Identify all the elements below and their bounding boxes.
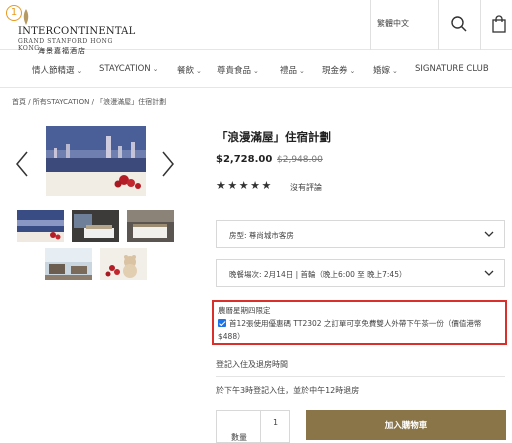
checkin-detail: 於下午3時登記入住，並於中午12時退房 <box>216 386 360 395</box>
nav-item-label: STAYCATION <box>99 64 151 74</box>
nav-item-label: 婚嫁 <box>373 66 391 76</box>
room-type-value: 房型: 尊尚城市客房 <box>229 231 294 240</box>
promo-offer-box: 農曆星期四限定 首12張使用優惠碼 TT2302 之訂單可享免費雙人外帶下午茶一… <box>212 300 507 345</box>
promo-title: 農曆星期四限定 <box>218 306 271 315</box>
chevron-right-icon[interactable] <box>160 150 176 178</box>
site-header: INTERCONTINENTAL GRAND STANFORD HONG KON… <box>0 0 512 55</box>
chevron-down-icon: ⌄ <box>392 67 398 75</box>
promo-text-continued: $488） <box>218 332 245 341</box>
nav-item-label: 餐飲 <box>177 66 195 76</box>
chevron-down-icon: ⌄ <box>196 67 202 75</box>
romantic-harbour-view-image <box>46 126 146 196</box>
promo-checkbox[interactable] <box>218 319 226 327</box>
original-price: $2,948.00 <box>277 155 323 165</box>
nav-item-label: 尊貴食品 <box>217 66 252 76</box>
quantity-stepper[interactable]: 數量 1 <box>216 410 290 443</box>
nav-item-label: 禮品 <box>280 66 298 76</box>
add-to-cart-button[interactable]: 加入購物車 <box>306 410 506 440</box>
language-selector[interactable]: 繁體中文 <box>377 18 409 29</box>
checkin-label: 登記入住及退房時間 <box>216 360 288 369</box>
sale-price: $2,728.00 <box>216 154 273 165</box>
breadcrumb[interactable]: 首頁 / 所有STAYCATION / 「浪漫滿屋」住宿計劃 <box>12 97 166 107</box>
nav-item-valentines[interactable]: 情人節精選 ⌄ <box>32 64 82 76</box>
lounge-thumbnail[interactable] <box>45 248 92 280</box>
quantity-value[interactable]: 1 <box>273 418 278 427</box>
divider <box>216 376 505 377</box>
header-divider <box>370 0 371 50</box>
divider <box>260 411 261 443</box>
product-title: 「浪漫滿屋」住宿計劃 <box>216 130 331 144</box>
search-icon[interactable] <box>449 14 469 34</box>
chevron-down-icon: ⌄ <box>152 65 159 73</box>
guest-room-thumbnail[interactable] <box>72 210 119 242</box>
nav-item-gourmet[interactable]: 尊貴食品 ⌄ <box>217 64 259 76</box>
nav-item-dining[interactable]: 餐飲 ⌄ <box>177 64 202 76</box>
chevron-down-icon: ⌄ <box>349 67 356 75</box>
nav-item-label: 情人節精選 <box>32 66 75 76</box>
logo-main-text: INTERCONTINENTAL <box>18 26 136 37</box>
quantity-label: 數量 <box>231 433 247 442</box>
header-divider <box>480 0 481 50</box>
nav-item-wedding[interactable]: 婚嫁 ⌄ <box>373 64 398 76</box>
nav-item-label: 現金券 <box>322 66 348 76</box>
harbour-view-thumbnail[interactable] <box>17 210 64 242</box>
dinner-slot-value: 晚餐場次: 2月14日 | 首輪（晚上6:00 至 晚上7:45） <box>229 270 407 279</box>
chevron-down-icon: ⌄ <box>76 67 83 75</box>
chevron-down-icon: ⌄ <box>253 67 259 75</box>
chevron-left-icon[interactable] <box>14 150 30 178</box>
hotel-logo[interactable]: INTERCONTINENTAL GRAND STANFORD HONG KON… <box>12 8 136 55</box>
rating-stars: ★★★★★ <box>216 179 273 192</box>
nav-item-label: SIGNATURE CLUB <box>415 64 489 74</box>
dinner-slot-select[interactable]: 晚餐場次: 2月14日 | 首輪（晚上6:00 至 晚上7:45） <box>216 259 505 287</box>
shopping-bag-icon[interactable] <box>489 14 509 34</box>
nav-item-vouchers[interactable]: 現金券 ⌄ <box>322 64 355 76</box>
header-divider <box>438 0 439 50</box>
review-count[interactable]: 沒有評論 <box>290 182 322 193</box>
main-navigation: 情人節精選 ⌄ STAYCATION ⌄ 餐飲 ⌄ 尊貴食品 ⌄ 禮品 ⌄ 現金券 ⌄ 婚嫁… <box>0 50 512 88</box>
room-type-select[interactable]: 房型: 尊尚城市客房 <box>216 220 505 248</box>
nav-item-gifts[interactable]: 禮品 ⌄ <box>280 64 305 76</box>
promo-text: 首12張使用優惠碼 TT2302 之訂單可享免費雙人外帶下午茶一份（價值港幣 <box>229 319 482 328</box>
chevron-down-icon: ⌄ <box>299 67 305 75</box>
teddy-bear-roses-thumbnail[interactable] <box>100 248 147 280</box>
nav-item-signature-club[interactable]: SIGNATURE CLUB <box>415 64 489 74</box>
chevron-down-icon <box>484 231 494 237</box>
suite-room-thumbnail[interactable] <box>127 210 174 242</box>
annotation-badge: 1 <box>6 5 22 21</box>
nav-item-staycation[interactable]: STAYCATION ⌄ <box>99 64 159 74</box>
chevron-down-icon <box>484 270 494 276</box>
